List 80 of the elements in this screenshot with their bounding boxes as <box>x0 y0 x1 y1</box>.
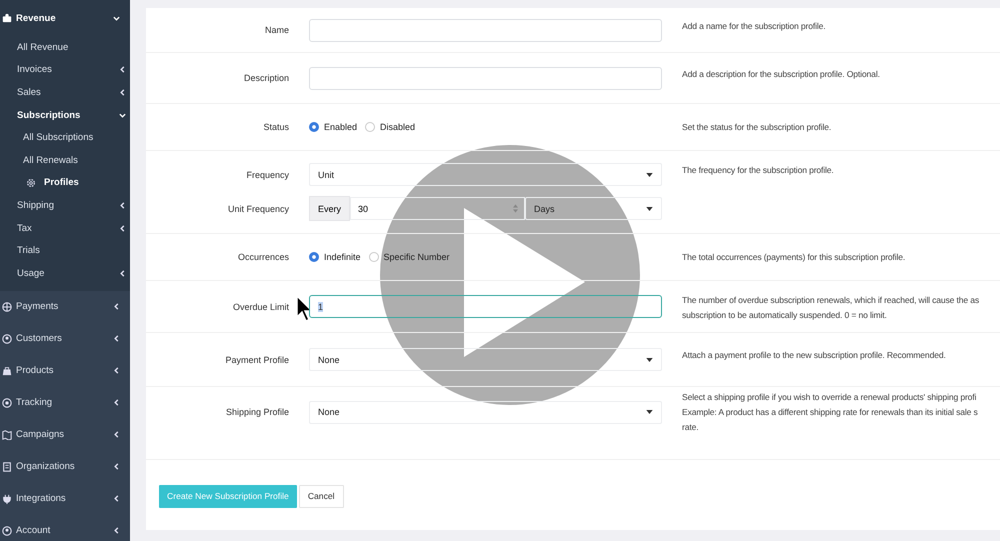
sidebar-item[interactable]: Account <box>0 514 130 541</box>
sidebar-item[interactable]: All Renewals <box>0 148 130 172</box>
chevron-down-icon <box>113 14 120 22</box>
bag-icon <box>2 366 12 376</box>
select-field[interactable]: Days <box>525 197 662 220</box>
sidebar-item[interactable]: Integrations <box>0 482 130 515</box>
sidebar-item[interactable]: Revenue <box>0 0 130 36</box>
input-field[interactable] <box>309 66 662 90</box>
input-field[interactable] <box>309 18 662 42</box>
caret-icon <box>646 172 653 176</box>
plug-icon <box>2 494 12 504</box>
sidebar-item[interactable]: All Revenue <box>0 36 130 59</box>
help-text: Add a name for the subscription profile. <box>682 20 827 33</box>
help-text: The total occurrences (payments) for this subscription profile. <box>682 250 906 264</box>
caret-icon <box>646 206 653 210</box>
spinner-icon <box>513 204 518 213</box>
gear-icon <box>26 178 36 188</box>
chevron-left-icon <box>113 303 120 310</box>
radio-option[interactable]: Specific Number <box>368 252 450 262</box>
video-play-button[interactable] <box>380 145 640 405</box>
field-label: Status <box>263 122 289 132</box>
chevron-left-icon <box>119 202 126 209</box>
caret-icon <box>646 410 653 414</box>
chevron-left-icon <box>113 495 120 502</box>
sidebar-item[interactable]: Profiles <box>0 172 130 194</box>
radio-option[interactable]: Indefinite <box>309 252 361 262</box>
input-addon: Every <box>309 196 350 221</box>
sidebar-item[interactable]: Organizations <box>0 450 130 483</box>
select-field[interactable]: None <box>309 348 662 371</box>
chevron-left-icon <box>119 224 126 232</box>
chevron-left-icon <box>119 270 126 277</box>
help-text: Select a shipping profile if you wish to override a renewal products' shipping profi Example: A product has a different shipping rate for renewals than its initial sale s rate. <box>682 391 979 434</box>
chevron-left-icon <box>113 527 120 534</box>
field-label: Unit Frequency <box>228 204 289 214</box>
caret-icon <box>646 358 653 362</box>
chevron-left-icon <box>113 335 120 342</box>
globe-icon <box>2 302 12 312</box>
sidebar-item[interactable]: Customers <box>0 322 130 355</box>
input-field[interactable]: 1 <box>309 295 662 318</box>
sidebar-item[interactable]: Subscriptions <box>0 104 130 126</box>
sidebar-item[interactable]: Usage <box>0 262 130 285</box>
building-icon <box>2 462 12 472</box>
sidebar-item[interactable]: Sales <box>0 81 130 104</box>
chevron-left-icon <box>119 88 126 96</box>
chevron-down-icon <box>119 112 126 119</box>
sidebar-item[interactable]: Tracking <box>0 386 130 419</box>
field-label: Name <box>264 25 289 35</box>
help-text: The frequency for the subscription profile. <box>682 164 835 177</box>
chevron-left-icon <box>113 431 120 438</box>
chevron-left-icon <box>113 399 120 406</box>
map-icon <box>2 430 12 440</box>
field-label: Payment Profile <box>225 354 289 364</box>
chevron-left-icon <box>119 66 126 74</box>
sidebar-item[interactable]: Shipping <box>0 194 130 217</box>
sidebar-item[interactable]: Campaigns <box>0 418 130 451</box>
target-icon <box>2 398 12 408</box>
sidebar-item[interactable]: All Subscriptions <box>0 126 130 149</box>
chevron-left-icon <box>113 367 120 374</box>
help-text: Set the status for the subscription profile. <box>682 120 832 134</box>
field-label: Occurrences <box>238 252 289 262</box>
help-text: The number of overdue subscription renewals, which if reached, will cause the as subscription to be automatically suspended. 0 = no limit. <box>682 294 980 322</box>
sidebar-item[interactable]: Invoices <box>0 58 130 82</box>
field-label: Overdue Limit <box>232 302 289 312</box>
chevron-left-icon <box>113 463 120 470</box>
sidebar-item[interactable]: Tax <box>0 216 130 240</box>
select-field[interactable]: None <box>309 400 662 424</box>
field-label: Shipping Profile <box>226 407 289 417</box>
sidebar-item[interactable]: Products <box>0 354 130 387</box>
mouse-pointer-icon <box>295 295 313 323</box>
field-label: Frequency <box>246 170 289 180</box>
field-label: Description <box>244 73 289 83</box>
help-text: Add a description for the subscription profile. Optional. <box>682 68 881 81</box>
help-text: Attach a payment profile to the new subscription profile. Recommended. <box>682 349 947 362</box>
select-field[interactable]: Unit <box>309 163 662 186</box>
sidebar-item[interactable]: Payments <box>0 290 130 323</box>
radio-option[interactable]: Enabled <box>309 122 358 132</box>
radio-option[interactable]: Disabled <box>365 122 416 132</box>
cancel-button[interactable]: Cancel <box>298 484 344 508</box>
sidebar-item[interactable]: Trials <box>0 239 130 262</box>
number-field[interactable]: 30 <box>350 197 526 220</box>
